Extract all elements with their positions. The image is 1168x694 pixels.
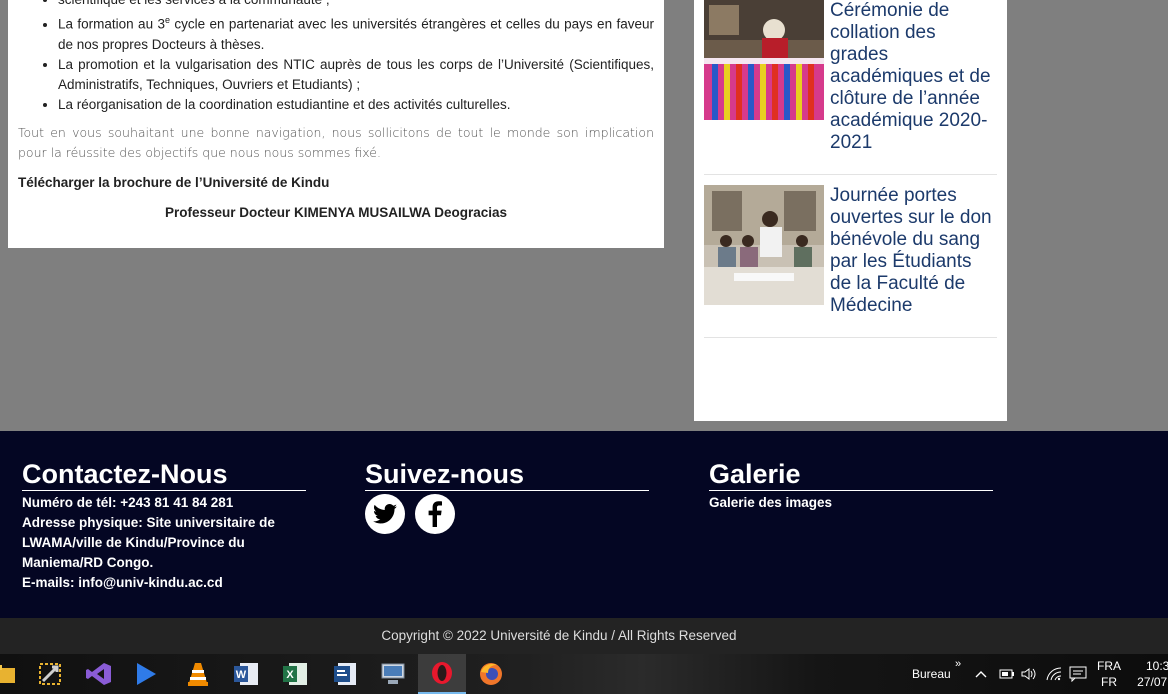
news-title[interactable]: Cérémonie de collation des grades académ…	[830, 0, 997, 154]
social-links	[365, 494, 649, 534]
twitter-icon[interactable]	[365, 494, 405, 534]
show-hidden-icons-icon[interactable]	[975, 654, 987, 694]
opera-icon[interactable]	[418, 654, 466, 694]
wifi-icon[interactable]	[1046, 654, 1062, 694]
contact-address: Adresse physique: Site universitaire de …	[22, 515, 275, 570]
network-app-icon[interactable]	[369, 654, 417, 694]
volume-icon[interactable]	[1021, 654, 1037, 694]
rector-signature: Professeur Docteur KIMENYA MUSAILWA Deog…	[164, 204, 508, 220]
closing-paragraph: Tout en vous souhaitant une bonne naviga…	[18, 124, 654, 160]
twitter-bird-icon	[373, 504, 397, 524]
list-item: scientifique et les services à la commun…	[58, 0, 654, 10]
excel-icon[interactable]: X	[271, 654, 319, 694]
facebook-f-icon	[428, 501, 442, 527]
visual-studio-installer-icon[interactable]	[26, 654, 74, 694]
article-card: scientifique et les services à la commun…	[8, 0, 664, 248]
contact-email[interactable]: E-mails: info@univ-kindu.ac.cd	[22, 573, 306, 593]
news-title[interactable]: Journée portes ouvertes sur le don bénév…	[830, 185, 997, 317]
battery-icon[interactable]	[999, 654, 1015, 694]
media-player-icon[interactable]	[122, 654, 170, 694]
facebook-icon[interactable]	[415, 494, 455, 534]
svg-text:W: W	[236, 669, 247, 681]
desktop-toolbar[interactable]: Bureau	[912, 654, 951, 694]
news-item[interactable]: Cérémonie de collation des grades académ…	[704, 0, 997, 175]
clock-time: 10:3	[1146, 659, 1168, 673]
firefox-icon[interactable]	[467, 654, 515, 694]
list-item: La promotion et la vulgarisation des NTI…	[58, 55, 654, 95]
contact-section: Contactez-Nous Numéro de tél: +243 81 41…	[22, 458, 306, 593]
gallery-heading: Galerie	[709, 458, 993, 491]
visual-studio-icon[interactable]	[75, 654, 123, 694]
contact-heading: Contactez-Nous	[22, 458, 306, 491]
follow-section: Suivez-nous	[365, 458, 649, 534]
news-sidebar: Cérémonie de collation des grades académ…	[694, 0, 1007, 421]
clock-date: 27/07	[1137, 675, 1168, 689]
goals-list: scientifique et les services à la commun…	[18, 0, 654, 115]
vlc-icon[interactable]	[174, 654, 222, 694]
brochure-download-link[interactable]: Télécharger la brochure de l’Université …	[18, 173, 654, 193]
keyboard-layout: FR	[1101, 675, 1117, 689]
clock[interactable]: 10:3 27/07	[1135, 654, 1168, 694]
toolbar-chevron-icon[interactable]: »	[955, 644, 961, 684]
list-item: La formation au 3e cycle en partenariat …	[58, 10, 654, 55]
list-item: La réorganisation de la coordination est…	[58, 95, 654, 115]
notification-icon[interactable]	[1069, 654, 1087, 694]
windows-taskbar: W X Bureau » FRA FR 10:3 27/07	[0, 654, 1168, 694]
copyright-bar: Copyright © 2022 Université de Kindu / A…	[0, 618, 1168, 654]
file-explorer-icon[interactable]	[0, 654, 28, 694]
news-item[interactable]: Journée portes ouvertes sur le don bénév…	[704, 175, 997, 338]
follow-heading: Suivez-nous	[365, 458, 649, 491]
blood-donation-thumbnail[interactable]	[704, 185, 824, 305]
svg-text:X: X	[286, 669, 294, 681]
gallery-section: Galerie Galerie des images	[709, 458, 993, 513]
contact-phone: Numéro de tél: +243 81 41 84 281	[22, 495, 234, 510]
project-icon[interactable]	[320, 654, 368, 694]
language-indicator[interactable]: FRA FR	[1097, 654, 1121, 694]
site-footer: Contactez-Nous Numéro de tél: +243 81 41…	[0, 431, 1168, 618]
gallery-link[interactable]: Galerie des images	[709, 493, 993, 513]
desktop-toolbar-label[interactable]: Bureau	[912, 667, 951, 681]
word-icon[interactable]: W	[222, 654, 270, 694]
ceremony-thumbnail[interactable]	[704, 0, 824, 120]
language-code: FRA	[1097, 659, 1121, 673]
